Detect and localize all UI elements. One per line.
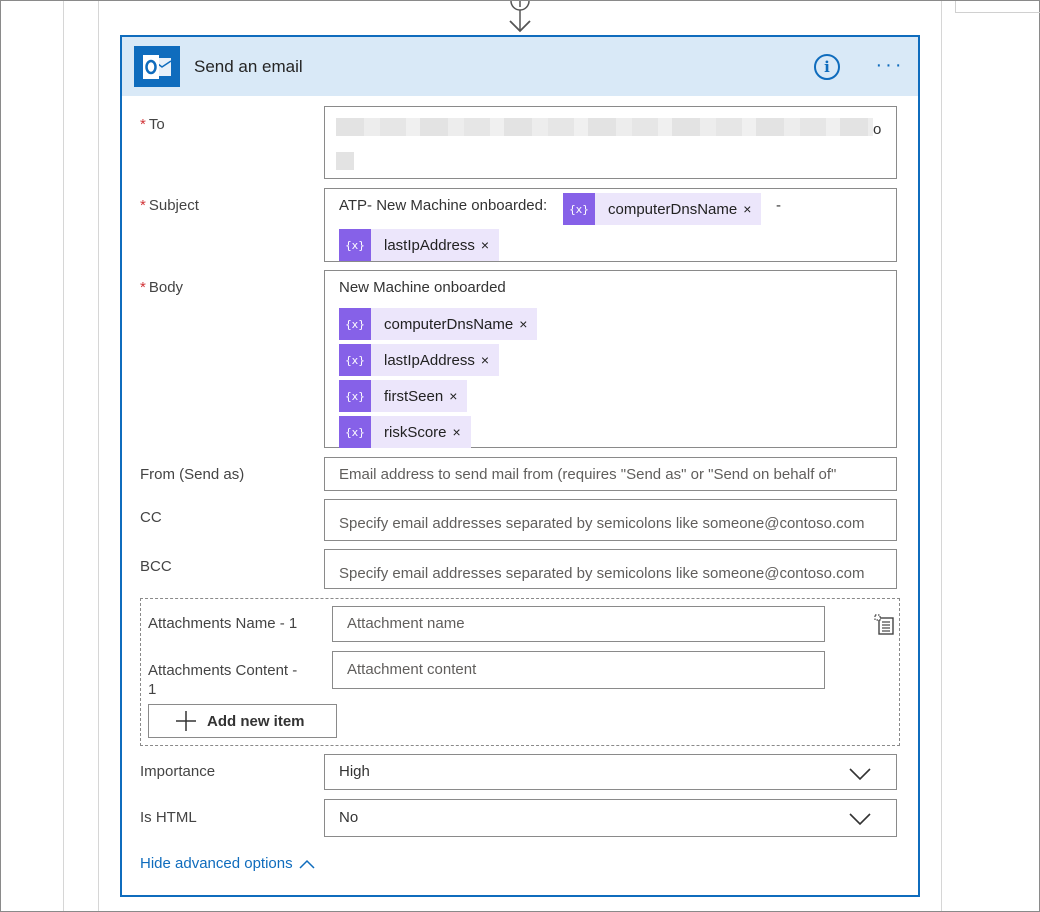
remove-token-icon[interactable]: × [481,237,499,253]
token-chip[interactable]: {x} lastIpAddress × [339,229,500,261]
dynamic-content-icon: {x} [339,344,371,376]
subject-separator: - [776,197,781,214]
switch-to-array-input-icon[interactable] [874,614,896,636]
cc-placeholder: Specify email addresses separated by sem… [339,515,865,532]
token-chip[interactable]: {x} computerDnsName × [339,308,538,340]
bcc-label: BCC [140,558,172,575]
bcc-placeholder: Specify email addresses separated by sem… [339,565,865,582]
remove-token-icon[interactable]: × [453,424,471,440]
remove-token-icon[interactable]: × [519,316,537,332]
token-chip[interactable]: {x} firstSeen × [339,380,468,412]
redacted-value [336,152,354,170]
token-chip[interactable]: {x} computerDnsName × [563,193,762,225]
is-html-label: Is HTML [140,809,197,826]
cc-label: CC [140,509,162,526]
token-label: lastIpAddress [384,236,475,254]
attachment-content-label: Attachments Content - 1 [148,661,297,699]
importance-select[interactable]: High [324,754,897,790]
importance-label: Importance [140,763,216,780]
importance-value: High [339,763,370,780]
hide-advanced-options-label: Hide advanced options [140,855,293,872]
from-placeholder: Email address to send mail from (require… [339,466,837,483]
body-text: New Machine onboarded [339,279,506,296]
connector-arrow-icon [509,1,531,33]
remove-token-icon[interactable]: × [743,201,761,217]
is-html-select[interactable]: No [324,799,897,837]
flow-lane-border-left [98,1,99,911]
remove-token-icon[interactable]: × [481,352,499,368]
subject-prefix-text: ATP- New Machine onboarded: [339,197,548,214]
attachment-name-input[interactable]: Attachment name [332,606,825,642]
from-field[interactable]: Email address to send mail from (require… [324,457,897,491]
card-header[interactable]: Send an email i ··· [122,37,918,96]
to-label: * To [140,116,165,133]
attachment-content-input[interactable]: Attachment content [332,651,825,689]
token-chip[interactable]: {x} riskScore × [339,416,471,448]
attachment-name-label: Attachments Name - 1 [148,615,298,632]
to-visible-char: o [873,121,882,138]
partial-panel [955,1,1040,13]
card-title: Send an email [194,57,303,76]
more-options-icon[interactable]: ··· [872,55,908,79]
body-label: * Body [140,279,184,296]
left-lane-border [63,1,64,911]
outlook-icon [134,46,180,87]
subject-field[interactable]: ATP- New Machine onboarded: {x} computer… [324,188,897,262]
subject-label: * Subject [140,197,199,214]
attachment-content-placeholder: Attachment content [347,661,477,678]
add-new-item-button[interactable]: Add new item [148,704,337,738]
hide-advanced-options-link[interactable]: Hide advanced options [140,855,315,872]
dynamic-content-icon: {x} [339,229,371,261]
token-chip[interactable]: {x} lastIpAddress × [339,344,500,376]
dynamic-content-icon: {x} [563,193,595,225]
dynamic-content-icon: {x} [339,308,371,340]
add-new-item-label: Add new item [207,712,305,730]
attachment-content-label-line2: 1 [148,681,157,698]
chevron-up-icon [299,859,315,869]
info-icon[interactable]: i [814,54,840,80]
token-label: riskScore [384,423,447,441]
redacted-value [336,118,873,136]
chevron-down-icon [849,813,871,826]
cc-field[interactable]: Specify email addresses separated by sem… [324,499,897,541]
token-label: computerDnsName [384,315,514,333]
is-html-value: No [339,809,359,826]
plus-icon [176,711,196,731]
flow-lane-border-right [941,1,942,911]
body-field[interactable]: New Machine onboarded {x} computerDnsNam… [324,270,897,448]
token-label: lastIpAddress [384,351,475,369]
dynamic-content-icon: {x} [339,416,371,448]
attachment-content-label-line1: Attachments Content - [148,662,298,679]
attachment-name-placeholder: Attachment name [347,615,465,632]
token-label: computerDnsName [608,200,738,218]
remove-token-icon[interactable]: × [449,388,467,404]
dynamic-content-icon: {x} [339,380,371,412]
from-label: From (Send as) [140,466,245,483]
to-field[interactable]: o [324,106,897,179]
bcc-field[interactable]: Specify email addresses separated by sem… [324,549,897,589]
chevron-down-icon [849,768,871,781]
token-label: firstSeen [384,387,444,405]
canvas: Send an email i ··· * To o * Subject ATP- … [0,0,1040,912]
